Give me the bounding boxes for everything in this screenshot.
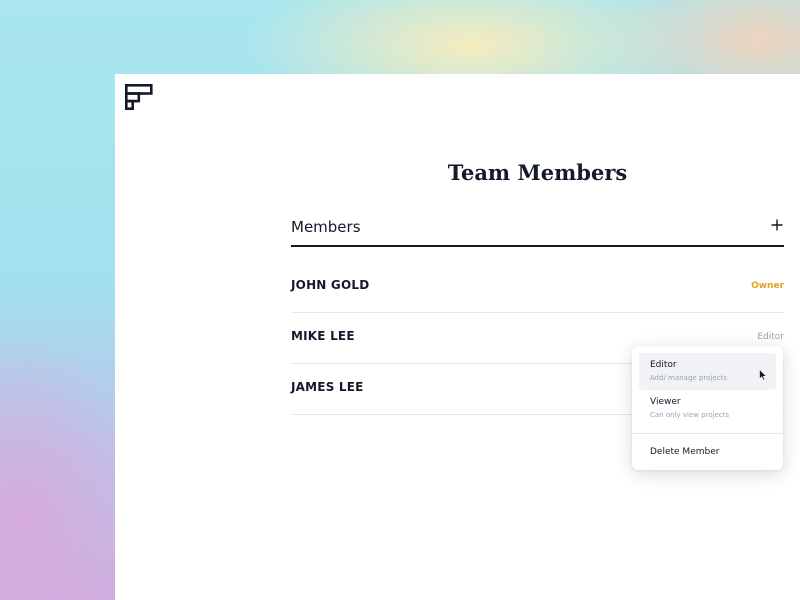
role-option-editor[interactable]: Editor Add/ manage projects — [639, 353, 776, 390]
members-header: Members — [291, 214, 784, 247]
member-name: MIKE LEE — [291, 329, 355, 343]
add-member-button[interactable] — [770, 217, 784, 233]
role-option-description: Can only view projects — [650, 411, 730, 419]
plus-icon — [771, 219, 783, 231]
role-dropdown-menu: Editor Add/ manage projects Viewer Can o… — [632, 346, 783, 470]
mouse-pointer-icon — [759, 369, 767, 381]
role-option-viewer[interactable]: Viewer Can only view projects — [639, 390, 776, 427]
role-option-label: Editor — [650, 360, 677, 370]
role-option-description: Add/ manage projects — [650, 374, 727, 382]
menu-divider — [632, 433, 783, 434]
member-row: JOHN GOLD Owner — [291, 262, 784, 313]
member-name: JAMES LEE — [291, 380, 364, 394]
page-title: Team Members — [447, 160, 628, 185]
member-role-owner[interactable]: Owner — [751, 281, 784, 291]
member-role-dropdown[interactable]: Editor — [757, 332, 784, 342]
delete-member-button[interactable]: Delete Member — [650, 447, 719, 457]
role-option-label: Viewer — [650, 397, 681, 407]
members-label: Members — [291, 218, 361, 236]
member-name: JOHN GOLD — [291, 278, 370, 292]
main-panel: Team Members Members JOHN GOLD Owner MIK… — [115, 74, 800, 600]
app-logo-icon[interactable] — [125, 84, 153, 110]
